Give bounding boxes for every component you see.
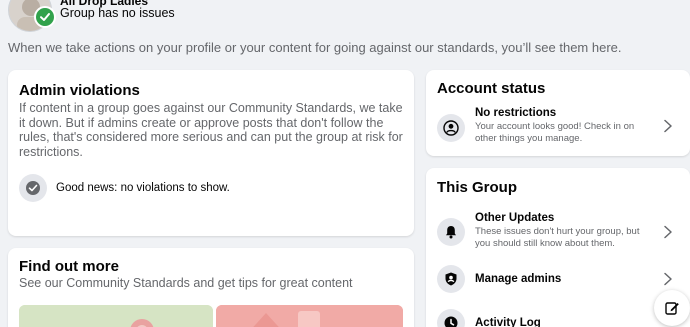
no-restrictions-title: No restrictions — [475, 107, 557, 119]
check-circle-icon — [19, 174, 47, 202]
good-news-row: Good news: no violations to show. — [19, 174, 414, 202]
bell-icon — [437, 218, 465, 246]
group-status: Group has no issues — [60, 6, 175, 20]
activity-log-label: Activity Log — [475, 317, 541, 327]
great-content-tips-image[interactable] — [216, 305, 403, 327]
group-header: All Drop Ladies Group has no issues — [0, 0, 690, 36]
intro-text: When we take actions on your profile or … — [8, 40, 622, 55]
compose-button[interactable] — [654, 290, 690, 326]
other-updates-subtitle: These issues don't hurt your group, but … — [475, 226, 640, 249]
this-group-card: This Group Other Updates These issues do… — [426, 168, 690, 327]
this-group-title: This Group — [437, 179, 517, 196]
activity-log-row[interactable]: Activity Log — [437, 308, 690, 327]
no-restrictions-row[interactable]: No restrictions Your account looks good!… — [437, 106, 690, 146]
good-news-text: Good news: no violations to show. — [56, 182, 230, 194]
edit-icon — [665, 302, 679, 315]
chevron-right-icon — [664, 119, 672, 133]
shield-icon — [437, 265, 465, 293]
verified-check-icon — [34, 6, 56, 28]
admin-violations-description: If content in a group goes against our C… — [19, 101, 403, 159]
account-status-card: Account status No restrictions Your acco… — [426, 70, 690, 156]
no-restrictions-subtitle: Your account looks good! Check in on oth… — [475, 121, 635, 144]
account-status-title: Account status — [437, 80, 546, 97]
chevron-right-icon — [664, 225, 672, 239]
find-out-more-subtitle: See our Community Standards and get tips… — [19, 276, 353, 290]
other-updates-label: Other Updates — [475, 212, 555, 224]
account-profile-icon — [437, 114, 465, 142]
clock-icon — [437, 309, 465, 327]
find-out-more-card: Find out more See our Community Standard… — [8, 248, 414, 327]
admin-violations-card: Admin violations If content in a group g… — [8, 70, 414, 236]
chevron-right-icon — [664, 272, 672, 286]
manage-admins-row[interactable]: Manage admins — [437, 264, 690, 294]
manage-admins-label: Manage admins — [475, 273, 562, 285]
community-standards-image[interactable] — [19, 305, 213, 327]
admin-violations-title: Admin violations — [19, 82, 140, 99]
find-out-more-title: Find out more — [19, 258, 119, 275]
other-updates-row[interactable]: Other Updates These issues don't hurt yo… — [437, 212, 690, 252]
